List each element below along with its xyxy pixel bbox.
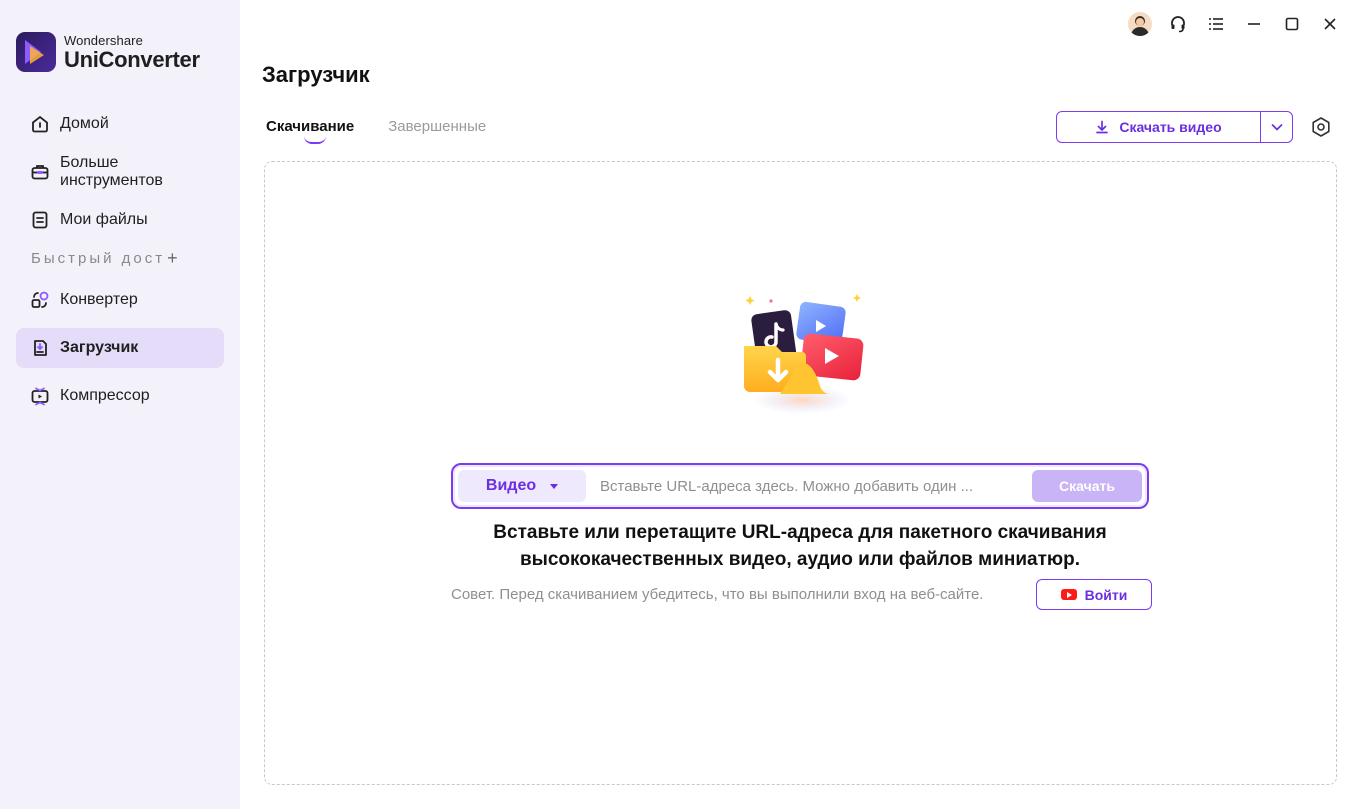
menu-icon [1209,18,1223,30]
compressor-icon [30,386,50,406]
sidebar-item-label: Домой [60,115,109,132]
media-type-value: Видео [485,477,537,494]
sidebar-item-my-files[interactable]: Мои файлы [16,200,224,240]
drop-instructions-line-2: высококачественных видео, аудио или файл… [519,549,1081,570]
minimize-icon [1248,23,1260,25]
sidebar-item-label: Компрессор [60,387,150,404]
tab-downloading[interactable]: Скачивание [266,118,354,144]
media-type-select[interactable]: Видео [458,470,586,502]
brand-name: Wondershare [64,32,143,48]
toolbox-icon [30,162,50,182]
sidebar-item-compressor[interactable]: Компрессор [16,376,224,416]
sidebar-item-downloader[interactable]: Загрузчик [16,328,224,368]
url-download-button[interactable]: Скачать [1032,470,1142,502]
page-title: Загрузчик [262,62,370,87]
add-quick-access-button[interactable]: + [167,248,178,269]
menu-button[interactable] [1197,10,1235,38]
close-icon [1324,18,1336,30]
login-button[interactable]: Войти [1036,579,1152,610]
uniconverter-logo-icon [16,32,56,72]
chevron-down-icon [1271,124,1282,131]
settings-gear-icon[interactable] [1310,116,1332,138]
product-name: UniConverter [64,46,200,72]
app-logo: Wondershare UniConverter [16,32,200,72]
login-tip: Совет. Перед скачиванием убедитесь, что … [451,586,984,603]
caret-down-icon [550,483,559,489]
download-icon [1096,120,1109,134]
window-titlebar [1121,10,1349,38]
drop-instructions-line-1: Вставьте или перетащите URL-адреса для п… [493,522,1107,543]
tab-completed[interactable]: Завершенные [388,118,486,135]
sidebar-nav-main: Домой Больше инструментов Мои файлы [16,104,224,240]
download-video-button[interactable]: Скачать видео [1057,112,1260,142]
sidebar-item-converter[interactable]: Конвертер [16,280,224,320]
drop-instructions: Вставьте или перетащите URL-адреса для п… [451,519,1149,573]
maximize-icon [1285,17,1299,31]
sidebar-item-label: Загрузчик [60,339,139,356]
minimize-button[interactable] [1235,10,1273,38]
sidebar-item-label: Мои файлы [60,211,148,228]
close-button[interactable] [1311,10,1349,38]
download-video-label: Скачать видео [1119,119,1222,135]
account-button[interactable] [1121,10,1159,38]
sidebar-nav-quick: Конвертер Загрузчик Компрессор [16,280,224,416]
home-icon [30,114,50,134]
youtube-icon [1060,589,1077,600]
downloader-illustration-icon [744,294,864,414]
downloader-icon [30,338,50,358]
avatar-icon [1128,12,1152,36]
headset-icon [1171,16,1185,33]
converter-icon [30,290,50,310]
sidebar-item-home[interactable]: Домой [16,104,224,144]
download-options-dropdown[interactable] [1260,112,1292,142]
url-input[interactable] [586,470,1032,502]
quick-access-label: Быстрый дост [31,250,166,267]
url-input-bar: Видео Скачать [451,463,1149,509]
download-video-split-button: Скачать видео [1056,111,1293,143]
support-button[interactable] [1159,10,1197,38]
downloader-tabs: Скачивание Завершенные [266,118,520,144]
login-button-label: Войти [1084,586,1128,603]
sidebar: Wondershare UniConverter Домой Больше ин… [0,0,240,809]
sidebar-item-label: Больше инструментов [60,154,163,189]
file-icon [30,210,50,230]
quick-access-header: Быстрый дост + [31,248,178,269]
sidebar-item-label: Конвертер [60,291,138,308]
sidebar-item-more-tools[interactable]: Больше инструментов [16,152,224,192]
maximize-button[interactable] [1273,10,1311,38]
